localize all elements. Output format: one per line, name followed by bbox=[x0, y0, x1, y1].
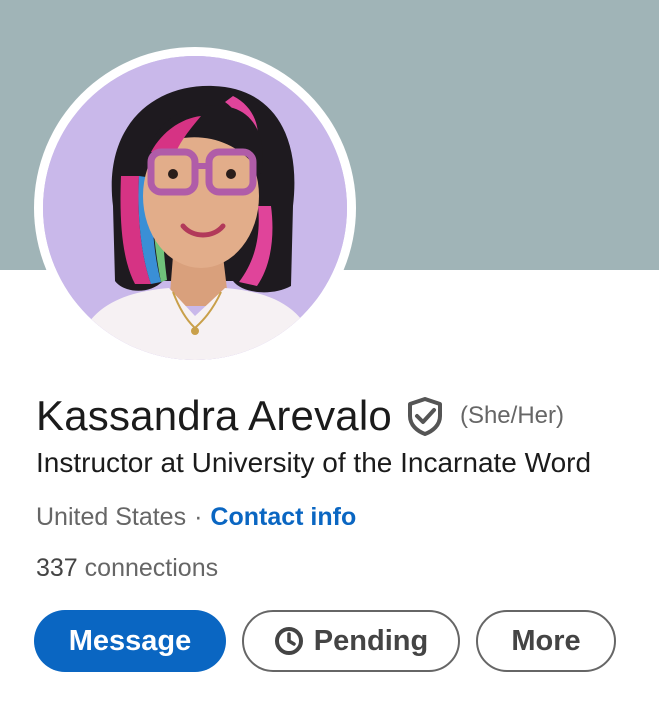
profile-photo[interactable] bbox=[43, 56, 347, 360]
profile-photo-illustration bbox=[43, 56, 347, 360]
pronouns: (She/Her) bbox=[459, 402, 564, 429]
message-button-label: Message bbox=[68, 624, 192, 657]
more-button[interactable]: More bbox=[476, 610, 616, 672]
connections-label: connections bbox=[84, 554, 219, 582]
separator-dot: · bbox=[194, 503, 203, 531]
clock-icon bbox=[274, 626, 304, 656]
pending-button-label: Pending bbox=[313, 624, 429, 657]
location: United States bbox=[36, 503, 187, 531]
location-row: United States · Contact info bbox=[36, 503, 356, 532]
connections-link[interactable]: 337 connections bbox=[36, 554, 218, 583]
pending-button[interactable]: Pending bbox=[242, 610, 460, 672]
profile-name: Kassandra Arevalo bbox=[36, 392, 392, 439]
profile-headline: Instructor at University of the Incarnat… bbox=[36, 447, 592, 478]
more-button-label: More bbox=[511, 624, 581, 657]
connections-count: 337 bbox=[36, 554, 78, 582]
profile-actions: Message Pending More bbox=[34, 610, 616, 672]
message-button[interactable]: Message bbox=[34, 610, 226, 672]
name-row: Kassandra Arevalo (She/Her) bbox=[36, 388, 564, 444]
contact-info-link[interactable]: Contact info bbox=[210, 503, 356, 531]
shield-check-icon[interactable] bbox=[406, 396, 444, 436]
